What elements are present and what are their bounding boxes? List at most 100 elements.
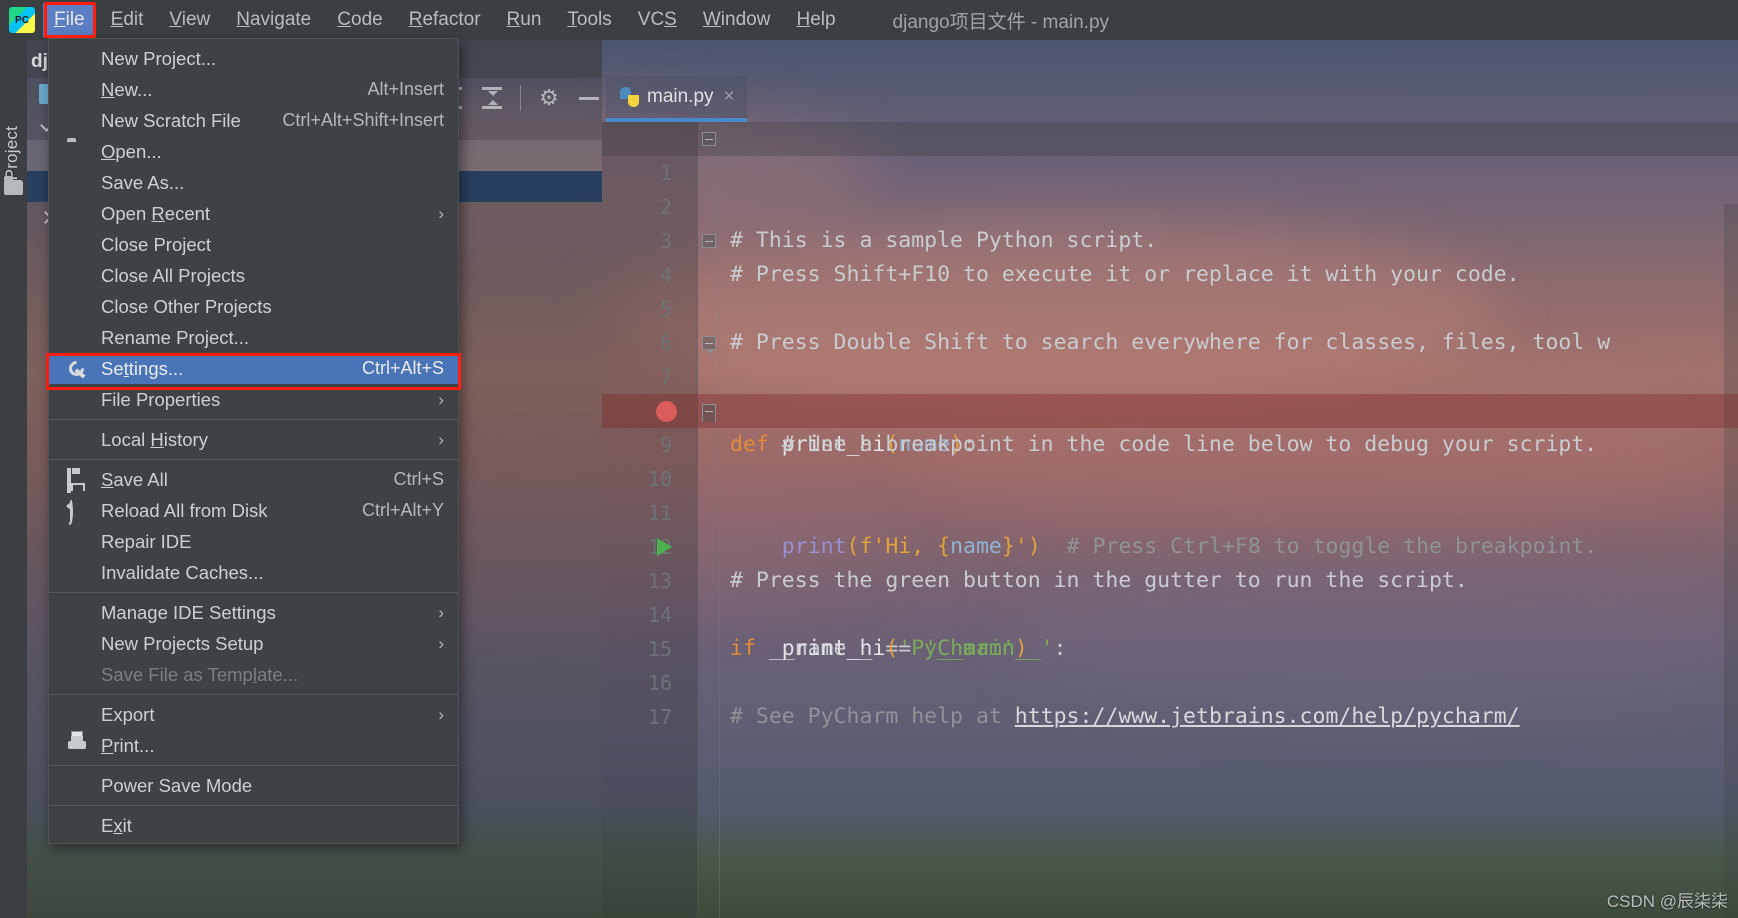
sidebar-item-project[interactable]: Project bbox=[2, 126, 24, 180]
menu-item-label: Invalidate Caches... bbox=[101, 561, 264, 583]
menu-item-export[interactable]: Export › bbox=[49, 699, 458, 730]
menu-item-label: Close Other Projects bbox=[101, 295, 272, 317]
menu-item-label: Power Save Mode bbox=[101, 774, 253, 796]
menu-item-label: Exit bbox=[101, 814, 132, 836]
menu-item-label: Rename Project... bbox=[101, 326, 250, 348]
menu-window[interactable]: Window bbox=[692, 3, 782, 37]
file-dropdown-menu[interactable]: New Project... New... Alt+Insert New Scr… bbox=[48, 38, 459, 844]
breakpoint-icon[interactable] bbox=[656, 401, 677, 422]
menu-item-repair-ide[interactable]: Repair IDE bbox=[49, 526, 458, 557]
menu-item-label: File Properties bbox=[101, 388, 221, 410]
menu-item-shortcut: Ctrl+Alt+S bbox=[361, 358, 444, 378]
menu-item-label: New Projects Setup bbox=[101, 632, 264, 654]
menu-run[interactable]: Run bbox=[496, 3, 553, 37]
menu-separator bbox=[49, 765, 458, 766]
code-line[interactable]: 5 bbox=[602, 258, 1738, 321]
line-number: 17 bbox=[647, 705, 672, 729]
menu-edit[interactable]: Edit bbox=[100, 3, 155, 37]
menu-item-label: Manage IDE Settings bbox=[101, 601, 276, 623]
menu-item-settings[interactable]: Settings... Ctrl+Alt+S bbox=[49, 353, 458, 384]
menu-navigate[interactable]: Navigate bbox=[225, 3, 322, 37]
code-line[interactable]: 11 bbox=[602, 462, 1738, 525]
collapse-all-icon[interactable] bbox=[480, 86, 504, 110]
menu-item-label: Open Recent bbox=[101, 202, 211, 224]
menu-vcs[interactable]: VCS bbox=[627, 3, 688, 37]
menu-item-label: Print... bbox=[101, 734, 155, 756]
menu-separator bbox=[49, 419, 458, 420]
menu-view[interactable]: View bbox=[158, 3, 221, 37]
code-line[interactable]: 1 # This is a sample Python script. bbox=[602, 122, 1738, 253]
menu-tools[interactable]: Tools bbox=[556, 3, 622, 37]
menu-item-label: Close Project bbox=[101, 233, 212, 255]
left-tool-strip: Project bbox=[0, 40, 27, 918]
menu-item-manage-ide-settings[interactable]: Manage IDE Settings › bbox=[49, 597, 458, 628]
menu-file[interactable]: File bbox=[43, 3, 96, 37]
menu-help[interactable]: Help bbox=[785, 3, 846, 37]
fold-marker-icon[interactable] bbox=[702, 234, 716, 248]
tab-main-py[interactable]: main.py × bbox=[606, 76, 747, 122]
reload-icon bbox=[67, 497, 73, 525]
chevron-right-icon: › bbox=[438, 429, 444, 449]
code-line[interactable]: 3 # Press Shift+F10 to execute it or rep… bbox=[602, 190, 1738, 287]
code-line[interactable]: 10 bbox=[602, 428, 1738, 491]
menu-item-close-all-projects[interactable]: Close All Projects bbox=[49, 260, 458, 291]
code-line[interactable]: 14 print_hi('PyCharm') bbox=[602, 564, 1738, 661]
menu-item-exit[interactable]: Exit bbox=[49, 810, 458, 841]
menu-code[interactable]: Code bbox=[326, 3, 393, 37]
close-icon[interactable]: × bbox=[724, 86, 735, 108]
menu-item-print[interactable]: Print... bbox=[49, 730, 458, 761]
menu-item-shortcut: Ctrl+Alt+Shift+Insert bbox=[282, 110, 444, 130]
menu-item-new-scratch-file[interactable]: New Scratch File Ctrl+Alt+Shift+Insert bbox=[49, 105, 458, 136]
menu-item-label: Repair IDE bbox=[101, 530, 192, 552]
code-line-breakpoint[interactable]: 9 print(f'Hi, {name}') # Press Ctrl+F8 t… bbox=[602, 394, 1738, 559]
menu-item-new[interactable]: New... Alt+Insert bbox=[49, 74, 458, 105]
menu-item-label: Save As... bbox=[101, 171, 185, 193]
menu-item-file-properties[interactable]: File Properties › bbox=[49, 384, 458, 415]
fold-marker-icon[interactable] bbox=[702, 132, 716, 146]
code-line[interactable]: 4 # Press Double Shift to search everywh… bbox=[602, 224, 1738, 355]
code-line[interactable]: 13 if __name__ == '__main__': bbox=[602, 530, 1738, 661]
menu-item-label: Save All bbox=[101, 468, 168, 490]
menu-item-close-other-projects[interactable]: Close Other Projects bbox=[49, 291, 458, 322]
editor-area: main.py × 1 # This is a sample Python sc… bbox=[602, 40, 1738, 918]
menu-item-reload-all-from-disk[interactable]: Reload All from Disk Ctrl+Alt+Y bbox=[49, 495, 458, 526]
folder-icon[interactable] bbox=[4, 176, 23, 195]
help-url-link[interactable]: https://www.jetbrains.com/help/pycharm/ bbox=[1015, 704, 1520, 729]
code-line[interactable]: 15 bbox=[602, 598, 1738, 661]
minimize-icon[interactable] bbox=[577, 86, 601, 110]
menu-item-open[interactable]: Open... bbox=[49, 136, 458, 167]
menu-item-shortcut: Alt+Insert bbox=[367, 79, 444, 99]
chevron-right-icon: › bbox=[438, 203, 444, 223]
code-line[interactable]: 2 bbox=[602, 156, 1738, 219]
code-line[interactable]: 6 bbox=[602, 292, 1738, 355]
menu-item-rename-project[interactable]: Rename Project... bbox=[49, 322, 458, 353]
menu-item-invalidate-caches[interactable]: Invalidate Caches... bbox=[49, 557, 458, 588]
fold-marker-icon[interactable] bbox=[702, 336, 716, 354]
menu-item-save-as[interactable]: Save As... bbox=[49, 167, 458, 198]
menu-item-label: Export bbox=[101, 703, 155, 725]
menu-item-close-project[interactable]: Close Project bbox=[49, 229, 458, 260]
python-file-icon bbox=[620, 87, 639, 107]
menu-item-new-projects-setup[interactable]: New Projects Setup › bbox=[49, 628, 458, 659]
code-line[interactable]: 8 # Use a breakpoint in the code line be… bbox=[602, 360, 1738, 457]
main-menubar: File Edit View Navigate Code Refactor Ru… bbox=[0, 0, 1738, 40]
menu-item-label: Settings... bbox=[101, 357, 184, 379]
code-line[interactable]: 17 bbox=[602, 666, 1738, 729]
menu-refactor[interactable]: Refactor bbox=[398, 3, 492, 37]
menu-item-save-all[interactable]: Save All Ctrl+S bbox=[49, 464, 458, 495]
code-editor[interactable]: 1 # This is a sample Python script. 2 3 … bbox=[602, 122, 1738, 918]
menu-item-open-recent[interactable]: Open Recent › bbox=[49, 198, 458, 229]
gear-icon[interactable]: ⚙ bbox=[537, 86, 561, 110]
code-line[interactable]: 12 # Press the green button in the gutte… bbox=[602, 496, 1738, 593]
code-line[interactable]: 16 # See PyCharm help at https://www.jet… bbox=[602, 632, 1738, 729]
run-gutter-icon[interactable] bbox=[657, 538, 672, 556]
menu-item-local-history[interactable]: Local History › bbox=[49, 424, 458, 455]
menu-separator bbox=[49, 694, 458, 695]
menu-item-new-project[interactable]: New Project... bbox=[49, 43, 458, 74]
fold-marker-icon[interactable] bbox=[702, 404, 716, 422]
menu-item-label: Save File as Template... bbox=[101, 663, 299, 685]
code-line[interactable]: 7 def print_hi(name): bbox=[602, 326, 1738, 457]
menu-item-power-save-mode[interactable]: Power Save Mode bbox=[49, 770, 458, 801]
tab-label: main.py bbox=[647, 86, 714, 107]
menu-item-label: Reload All from Disk bbox=[101, 499, 268, 521]
